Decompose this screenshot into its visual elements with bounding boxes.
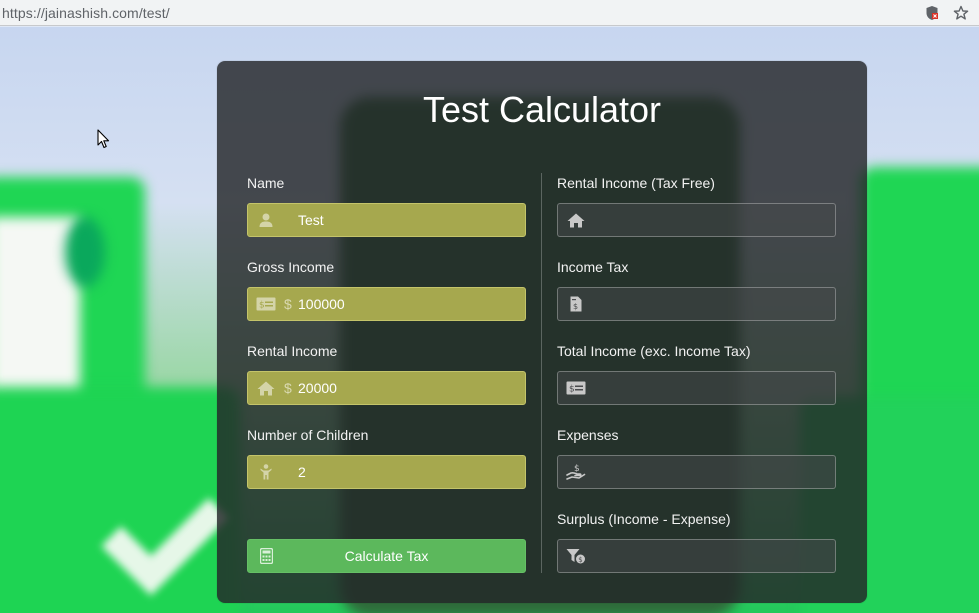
calculate-tax-button[interactable]: Calculate Tax [247,539,526,573]
home-icon [558,213,594,228]
children-input[interactable]: 2 [247,455,526,489]
home-icon [248,381,284,396]
rental-income-value: 20000 [298,380,337,396]
name-input[interactable]: Test [247,203,526,237]
svg-text:$: $ [569,385,575,395]
svg-text:$: $ [259,301,265,311]
income-tax-output: $ [557,287,836,321]
name-value: Test [298,212,324,228]
money-bill-icon: $ [248,297,284,311]
rental-income-tax-free-label: Rental Income (Tax Free) [557,175,715,191]
calculate-tax-label: Calculate Tax [344,548,429,564]
svg-text:$: $ [573,302,578,311]
expenses-output: $ [557,455,836,489]
url-text[interactable]: https://jainashish.com/test/ [0,5,170,21]
bookmark-star-icon[interactable] [953,5,969,21]
surplus-output: $ [557,539,836,573]
invoice-dollar-icon: $ [558,296,594,312]
money-bill-icon: $ [558,381,594,395]
mouse-cursor-icon [97,129,110,154]
svg-text:$: $ [578,556,582,564]
income-tax-label: Income Tax [557,259,629,275]
calculator-icon [248,548,284,564]
currency-prefix: $ [284,380,292,396]
column-divider [541,173,542,573]
children-label: Number of Children [247,427,369,443]
calculator-panel: Test Calculator Name Test Gross Income $… [217,61,867,603]
rental-income-label: Rental Income [247,343,338,359]
user-icon [248,212,284,228]
filter-dollar-icon: $ [558,548,594,564]
shield-icon[interactable] [925,5,939,21]
gross-income-input[interactable]: $ $ 100000 [247,287,526,321]
name-label: Name [247,175,285,191]
total-income-label: Total Income (exc. Income Tax) [557,343,751,359]
expenses-label: Expenses [557,427,619,443]
currency-prefix: $ [284,296,292,312]
children-value: 2 [298,464,306,480]
rental-income-tax-free-output [557,203,836,237]
browser-address-bar[interactable]: https://jainashish.com/test/ [0,0,979,26]
hand-holding-dollar-icon: $ [558,463,594,481]
child-icon [248,464,284,480]
surplus-label: Surplus (Income - Expense) [557,511,731,527]
page-title: Test Calculator [422,89,662,130]
total-income-output: $ [557,371,836,405]
gross-income-value: 100000 [298,296,345,312]
gross-income-label: Gross Income [247,259,335,275]
rental-income-input[interactable]: $ 20000 [247,371,526,405]
